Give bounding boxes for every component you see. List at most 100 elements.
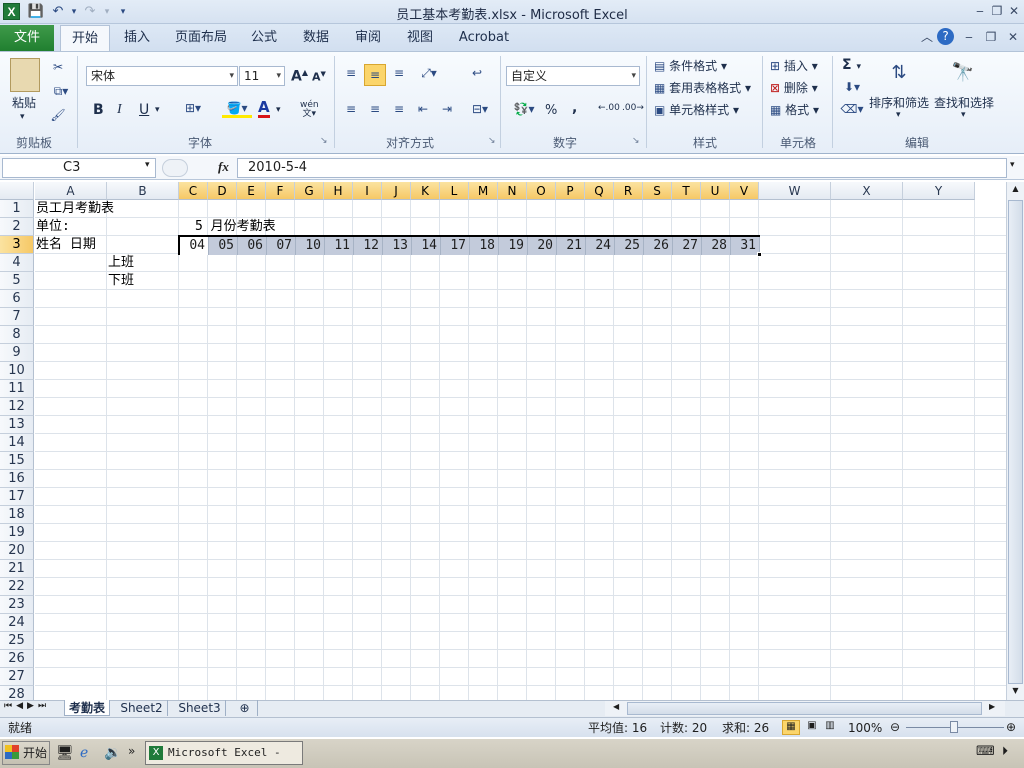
row-header-10[interactable]: 10 [0,362,34,380]
comma-style-button[interactable]: , [572,100,577,116]
cell-p3-date[interactable]: 21 [557,237,586,255]
cell-h3-date[interactable]: 11 [325,237,354,255]
column-header-a[interactable]: A [35,182,107,200]
column-header-s[interactable]: S [643,182,672,200]
cell-b5[interactable]: 下班 [108,272,134,290]
increase-decimal-button[interactable]: ←.00 [598,103,620,113]
cell-a1[interactable]: 员工月考勤表 [36,200,114,218]
underline-dropdown-icon[interactable]: ▾ [155,105,160,115]
font-size-select[interactable]: 11 ▾ [239,66,285,86]
fill-icon[interactable]: ⬇▾ [840,80,864,94]
cell-c2-month-title[interactable]: 5 月份考勤表 [195,218,276,236]
format-painter-icon[interactable]: 🖌 [50,108,66,122]
cell-q3-date[interactable]: 24 [586,237,615,255]
alignment-dialog-launcher-icon[interactable]: ↘ [488,136,496,146]
delete-cells-button[interactable]: ⊠ 删除 ▾ [770,79,818,96]
cell-a2[interactable]: 单位: [36,218,70,236]
sheet-tab-attendance[interactable]: 考勤表 [64,700,110,716]
align-top-icon[interactable]: ≡ [342,66,360,80]
cell-t3-date[interactable]: 27 [673,237,702,255]
workbook-restore-icon[interactable]: ❐ [982,28,1000,46]
quick-launch-icon[interactable]: 🖥 [56,745,74,761]
tab-formulas[interactable]: 公式 [242,25,286,51]
column-header-n[interactable]: N [498,182,527,200]
fill-color-icon[interactable]: 🪣▾ [222,101,252,118]
tab-view[interactable]: 视图 [398,25,442,51]
number-dialog-launcher-icon[interactable]: ↘ [632,136,640,146]
tab-file[interactable]: 文件 [0,25,54,51]
font-color-button[interactable]: A [258,100,270,118]
paste-dropdown-icon[interactable]: ▾ [20,112,25,122]
align-middle-icon[interactable]: ≡ [364,64,386,86]
expand-formula-bar-icon[interactable]: ▾ [1010,160,1015,170]
cell-k3-date[interactable]: 14 [412,237,441,255]
row-header-19[interactable]: 19 [0,524,34,542]
normal-view-icon[interactable]: ▦ [782,720,800,735]
column-header-i[interactable]: I [353,182,382,200]
taskbar-excel-item[interactable]: Microsoft Excel - ... [145,741,303,765]
tab-data[interactable]: 数据 [294,25,338,51]
find-select-dropdown-icon[interactable]: ▾ [961,110,966,120]
zoom-in-icon[interactable]: ⊕ [1006,719,1016,735]
column-header-q[interactable]: Q [585,182,614,200]
column-header-c[interactable]: C [179,182,208,200]
cell-s3-date[interactable]: 26 [644,237,673,255]
cut-icon[interactable]: ✂ [50,60,66,74]
row-header-27[interactable]: 27 [0,668,34,686]
tab-review[interactable]: 审阅 [346,25,390,51]
column-header-j[interactable]: J [382,182,411,200]
percent-style-button[interactable]: % [545,103,557,118]
row-header-15[interactable]: 15 [0,452,34,470]
column-header-l[interactable]: L [440,182,469,200]
sort-filter-button[interactable]: 排序和筛选 [869,94,929,111]
row-header-5[interactable]: 5 [0,272,34,290]
font-name-select[interactable]: 宋体 ▾ [86,66,238,86]
row-header-1[interactable]: 1 [0,200,34,218]
cell-a3[interactable]: 姓名 日期 [36,236,96,254]
restore-icon[interactable]: ❐ [988,2,1006,20]
row-header-20[interactable]: 20 [0,542,34,560]
row-header-13[interactable]: 13 [0,416,34,434]
insert-sheet-icon[interactable]: ⊕ [232,700,258,716]
zoom-out-icon[interactable]: ⊖ [890,719,900,735]
zoom-slider-thumb[interactable] [950,721,958,733]
worksheet-grid[interactable]: ABCDEFGHIJKLMNOPQRSTUVWXY 1 2 3 4 5 6 7 8 9 10 11 1… [0,182,1006,702]
cell-v3-date[interactable]: 31 [731,237,760,255]
font-color-dropdown-icon[interactable]: ▾ [276,105,281,115]
shrink-font-button[interactable]: A▼ [312,70,326,84]
ribbon-collapse-icon[interactable]: ︿ [918,28,936,46]
column-header-r[interactable]: R [614,182,643,200]
insert-cells-button[interactable]: ⊞ 插入 ▾ [770,57,818,74]
row-header-21[interactable]: 21 [0,560,34,578]
column-header-t[interactable]: T [672,182,701,200]
cell-m3-date[interactable]: 18 [470,237,499,255]
autosum-button[interactable]: Σ ▾ [842,57,861,73]
font-dialog-launcher-icon[interactable]: ↘ [320,136,328,146]
browser-icon[interactable]: ℯ [80,745,88,761]
workbook-close-icon[interactable]: ✕ [1004,28,1022,46]
sheet-navigation-icons[interactable]: ⏮◀▶⏭ [4,701,50,711]
clear-icon[interactable]: ⌫▾ [840,102,864,116]
align-bottom-icon[interactable]: ≡ [390,66,408,80]
formula-bar-resize-handle[interactable] [162,159,188,177]
cell-r3-date[interactable]: 25 [615,237,644,255]
name-box-dropdown-icon[interactable]: ▾ [145,160,150,170]
merge-center-icon[interactable]: ⊟▾ [466,102,494,116]
help-icon[interactable]: ? [937,28,954,45]
row-header-23[interactable]: 23 [0,596,34,614]
format-as-table-button[interactable]: ▦ 套用表格格式 ▾ [654,79,751,96]
column-header-x[interactable]: X [831,182,903,200]
select-all-corner[interactable] [0,182,34,200]
row-header-22[interactable]: 22 [0,578,34,596]
row-header-17[interactable]: 17 [0,488,34,506]
phonetic-guide-button[interactable]: wén 文▾ [300,101,319,119]
column-header-y[interactable]: Y [903,182,975,200]
scroll-down-icon[interactable]: ▼ [1009,686,1022,699]
row-header-11[interactable]: 11 [0,380,34,398]
decrease-indent-icon[interactable]: ⇤ [414,102,432,116]
more-launch-icon[interactable]: » [128,744,135,758]
column-header-g[interactable]: G [295,182,324,200]
cell-b4[interactable]: 上班 [108,254,134,272]
sheet-tab-sheet3[interactable]: Sheet3 [174,700,226,716]
copy-icon[interactable]: ⧉▾ [50,84,72,99]
